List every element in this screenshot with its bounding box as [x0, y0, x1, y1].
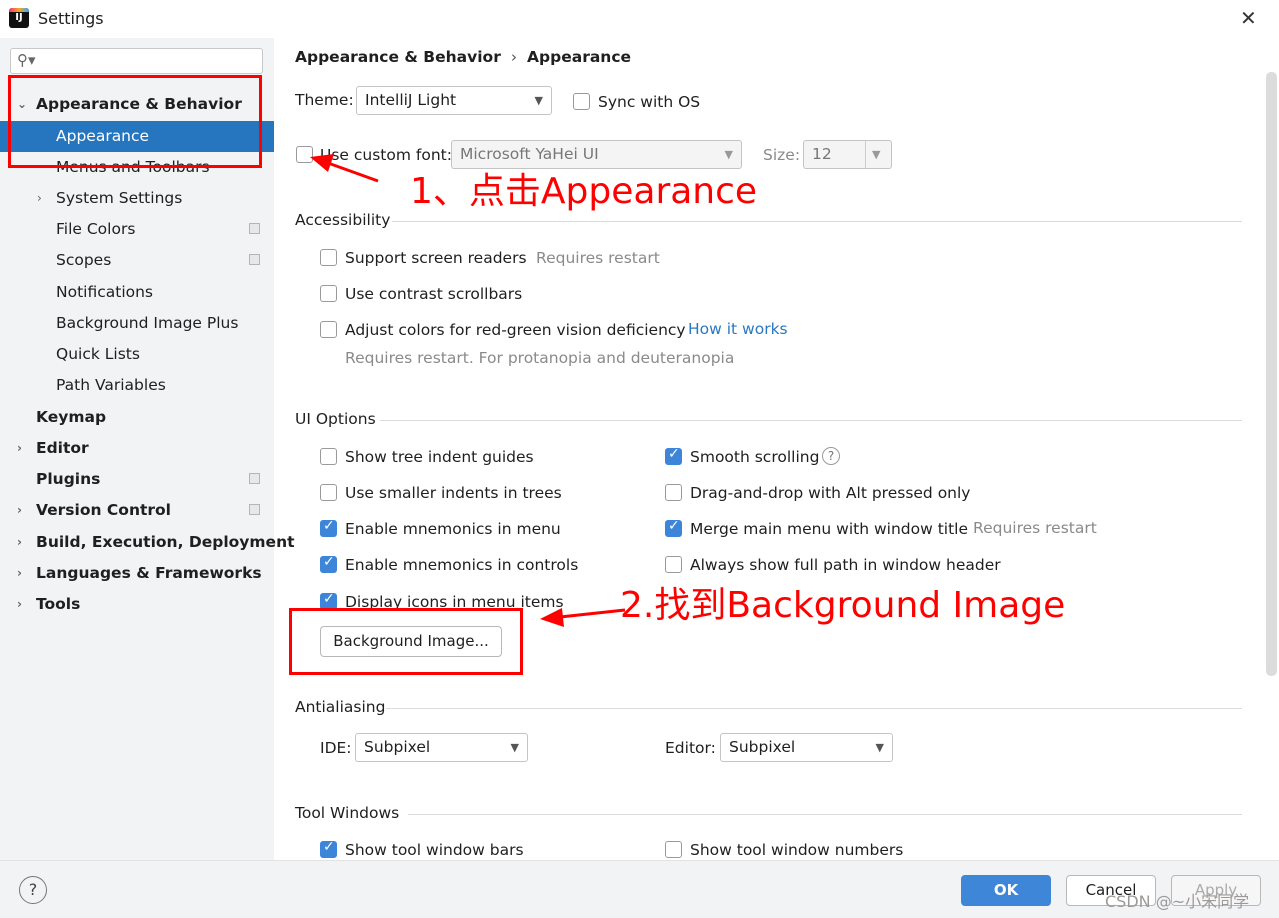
- annotation-arrow-1: [327, 161, 379, 183]
- annotation-arrows: [310, 154, 626, 627]
- annotation-step2: 2.找到Background Image: [620, 585, 1066, 626]
- annotation-step1: 1、点击Appearance: [410, 171, 758, 212]
- watermark: CSDN @~小宋同学: [1105, 892, 1250, 911]
- annotation-arrow-2: [559, 608, 626, 619]
- annotation-arrowhead-1: [310, 154, 334, 172]
- annotation-arrowhead-2: [540, 608, 564, 627]
